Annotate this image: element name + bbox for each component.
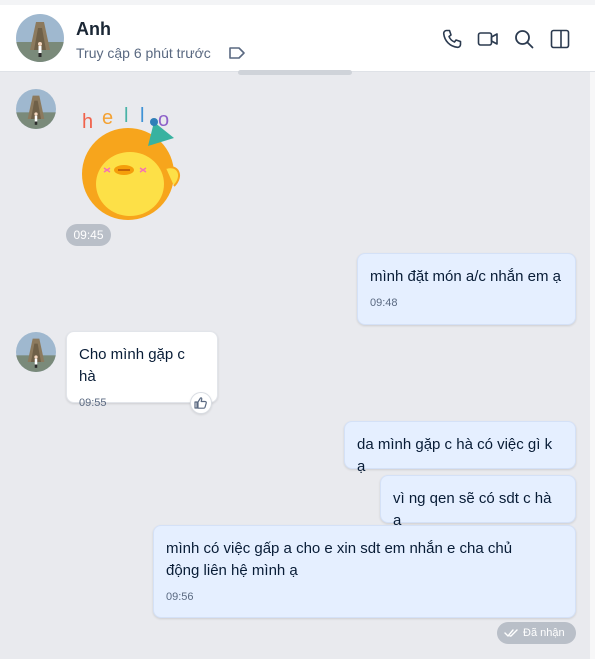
message-time: 09:55 <box>79 397 107 409</box>
contact-avatar[interactable] <box>16 14 64 62</box>
window-right-edge <box>590 72 595 659</box>
video-call-icon[interactable] <box>476 27 500 51</box>
message-text: Cho mình gặp c hà <box>79 346 185 385</box>
delivery-status-badge: Đã nhận <box>497 622 576 644</box>
scroll-indicator <box>238 70 352 75</box>
sticker-time: 09:45 <box>66 224 111 246</box>
message-bubble-sent[interactable]: da mình gặp c hà có việc gì k ạ <box>344 421 576 475</box>
message-bubble-sent[interactable]: vì ng qen sẽ có sdt c hà ạ <box>380 475 576 529</box>
message-list[interactable]: h e l l o 09:45 mình đặt món a/c nhắn em… <box>0 70 595 659</box>
message-bubble-sent[interactable]: mình có việc gấp a cho e xin sdt em nhắn… <box>153 525 576 618</box>
sticker-letter: l <box>140 105 144 127</box>
sender-avatar[interactable] <box>16 89 56 129</box>
thumbs-up-icon <box>194 397 207 409</box>
message-text: da mình gặp c hà có việc gì k ạ <box>357 436 553 475</box>
message-text: mình có việc gấp a cho e xin sdt em nhắn… <box>166 540 513 579</box>
double-check-icon <box>504 629 518 637</box>
chat-header: Anh Truy cập 6 phút trước <box>0 5 595 72</box>
sender-avatar[interactable] <box>16 332 56 372</box>
sticker-letter: h <box>82 111 93 133</box>
sticker-letter: e <box>102 107 113 129</box>
phone-icon[interactable] <box>440 27 464 51</box>
last-seen-status: Truy cập 6 phút trước <box>76 45 211 61</box>
message-time: 09:48 <box>370 297 398 309</box>
reaction-button[interactable] <box>190 392 212 414</box>
message-text: mình đặt món a/c nhắn em ạ <box>370 268 561 285</box>
message-time: 09:56 <box>166 591 194 603</box>
contact-name[interactable]: Anh <box>76 19 111 40</box>
delivery-status-text: Đã nhận <box>523 627 565 639</box>
sticker-letter: l <box>124 105 128 127</box>
message-bubble-sent[interactable]: mình đặt món a/c nhắn em ạ 09:48 <box>357 253 576 325</box>
hello-sticker[interactable]: h e l l o <box>74 102 192 220</box>
label-tag-icon[interactable] <box>228 46 246 60</box>
sidebar-toggle-icon[interactable] <box>548 27 572 51</box>
search-icon[interactable] <box>512 27 536 51</box>
